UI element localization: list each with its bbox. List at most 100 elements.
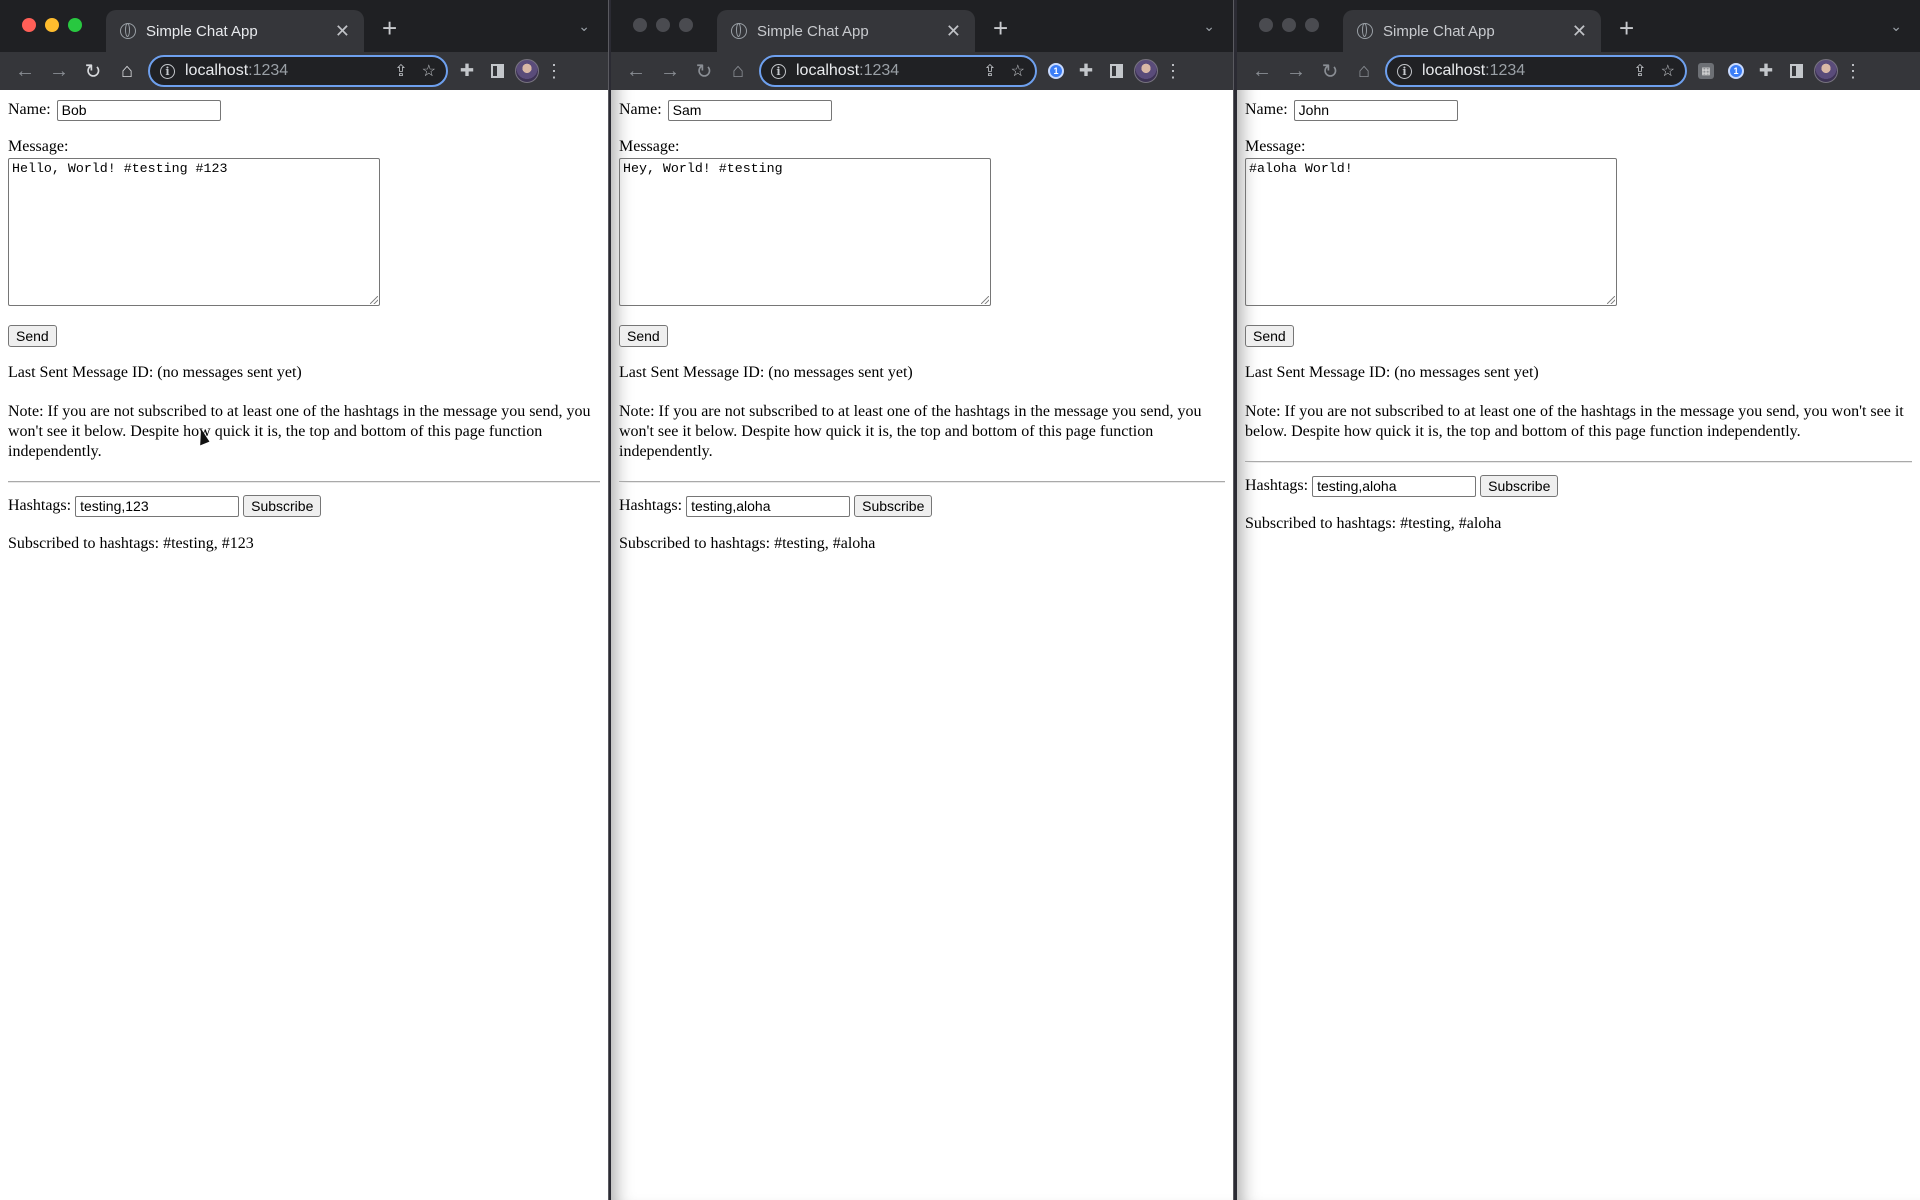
message-textarea[interactable]: #aloha World!	[1245, 158, 1617, 306]
avatar[interactable]	[1131, 59, 1161, 83]
close-window-button[interactable]	[633, 18, 647, 32]
minimize-window-button[interactable]	[45, 18, 59, 32]
send-button[interactable]: Send	[8, 325, 57, 347]
avatar[interactable]	[512, 59, 542, 83]
subscribe-button[interactable]: Subscribe	[1480, 475, 1559, 497]
share-icon[interactable]: ⇪	[983, 61, 996, 81]
close-window-button[interactable]	[1259, 18, 1273, 32]
browser-toolbar: ← → ↻ ⌂ i localhost:1234 ⇪ ☆ 1 ✚ ⋮	[611, 52, 1233, 90]
star-icon[interactable]: ☆	[1661, 61, 1675, 81]
password-manager-icon[interactable]: 1	[1721, 63, 1751, 79]
close-tab-icon[interactable]: ✕	[946, 22, 961, 40]
note-text: Note: If you are not subscribed to at le…	[1245, 403, 1904, 440]
extension-icon[interactable]: ▦	[1691, 63, 1721, 79]
divider	[1245, 461, 1912, 463]
puzzle-icon[interactable]: ✚	[1071, 61, 1101, 81]
side-panel-icon[interactable]	[482, 64, 512, 78]
url-host: localhost	[1422, 62, 1486, 79]
close-tab-icon[interactable]: ✕	[335, 22, 350, 40]
address-bar[interactable]: i localhost:1234 ⇪ ☆	[759, 55, 1037, 87]
name-label: Name:	[8, 101, 51, 118]
window-controls	[633, 18, 693, 32]
browser-toolbar: ← → ↻ ⌂ i localhost:1234 ⇪ ☆ ▦ 1 ✚ ⋮	[1237, 52, 1920, 90]
browser-window-bob: Simple Chat App ✕ + ⌄ ← → ↻ ⌂ i localhos…	[0, 0, 609, 1200]
home-icon[interactable]: ⌂	[721, 54, 755, 88]
puzzle-icon[interactable]: ✚	[452, 61, 482, 81]
hashtags-input[interactable]: testing,aloha	[1312, 475, 1477, 497]
name-input[interactable]: John	[1293, 99, 1458, 121]
minimize-window-button[interactable]	[1282, 18, 1296, 32]
forward-arrow-icon[interactable]: →	[1279, 54, 1313, 88]
more-menu-icon[interactable]: ⋮	[542, 61, 566, 82]
share-icon[interactable]: ⇪	[394, 61, 407, 81]
subscribe-button[interactable]: Subscribe	[243, 495, 322, 517]
maximize-window-button[interactable]	[679, 18, 693, 32]
side-panel-icon[interactable]	[1781, 64, 1811, 78]
forward-arrow-icon[interactable]: →	[653, 54, 687, 88]
reload-icon[interactable]: ↻	[76, 54, 110, 88]
reload-icon[interactable]: ↻	[1313, 54, 1347, 88]
tab-title: Simple Chat App	[757, 22, 869, 40]
puzzle-icon[interactable]: ✚	[1751, 61, 1781, 81]
message-textarea[interactable]: Hello, World! #testing #123	[8, 158, 380, 306]
forward-arrow-icon[interactable]: →	[42, 54, 76, 88]
subscribed-hashtags: Subscribed to hashtags: #testing, #123	[8, 535, 254, 552]
note-text: Note: If you are not subscribed to at le…	[8, 403, 591, 460]
new-tab-button[interactable]: +	[993, 13, 1008, 43]
new-tab-button[interactable]: +	[382, 13, 397, 43]
reload-icon[interactable]: ↻	[687, 54, 721, 88]
globe-icon	[731, 23, 747, 39]
home-icon[interactable]: ⌂	[1347, 54, 1381, 88]
address-bar[interactable]: i localhost:1234 ⇪ ☆	[1385, 55, 1687, 87]
name-input[interactable]: Sam	[667, 99, 832, 121]
maximize-window-button[interactable]	[1305, 18, 1319, 32]
title-bar: Simple Chat App ✕ + ⌄	[611, 0, 1233, 52]
back-arrow-icon[interactable]: ←	[8, 54, 42, 88]
last-sent-message-id: Last Sent Message ID: (no messages sent …	[8, 364, 302, 381]
send-button[interactable]: Send	[619, 325, 668, 347]
hashtags-label: Hashtags:	[8, 497, 72, 514]
url-port: :1234	[859, 62, 900, 79]
hashtags-input[interactable]: testing,123	[75, 495, 240, 517]
star-icon[interactable]: ☆	[422, 61, 436, 81]
address-bar[interactable]: i localhost:1234 ⇪ ☆	[148, 55, 448, 87]
new-tab-button[interactable]: +	[1619, 13, 1634, 43]
desktop: Simple Chat App ✕ + ⌄ ← → ↻ ⌂ i localhos…	[0, 0, 1920, 1200]
info-icon[interactable]: i	[160, 63, 175, 79]
browser-tab[interactable]: Simple Chat App ✕	[717, 10, 975, 52]
send-button[interactable]: Send	[1245, 325, 1294, 347]
browser-tab[interactable]: Simple Chat App ✕	[1343, 10, 1601, 52]
share-icon[interactable]: ⇪	[1633, 61, 1646, 81]
back-arrow-icon[interactable]: ←	[619, 54, 653, 88]
back-arrow-icon[interactable]: ←	[1245, 54, 1279, 88]
name-input[interactable]: Bob	[56, 99, 221, 121]
maximize-window-button[interactable]	[68, 18, 82, 32]
close-tab-icon[interactable]: ✕	[1572, 22, 1587, 40]
minimize-window-button[interactable]	[656, 18, 670, 32]
chevron-down-icon[interactable]: ⌄	[578, 18, 590, 35]
more-menu-icon[interactable]: ⋮	[1841, 61, 1865, 82]
url-port: :1234	[1485, 62, 1526, 79]
title-bar: Simple Chat App ✕ + ⌄	[0, 0, 608, 52]
message-textarea[interactable]: Hey, World! #testing	[619, 158, 991, 306]
chevron-down-icon[interactable]: ⌄	[1890, 18, 1902, 35]
browser-tab[interactable]: Simple Chat App ✕	[106, 10, 364, 52]
more-menu-icon[interactable]: ⋮	[1161, 61, 1185, 82]
url-host: localhost	[185, 62, 249, 79]
chat-page: Name: John Message: #aloha World! Send L…	[1237, 90, 1920, 534]
info-icon[interactable]: i	[1397, 63, 1412, 79]
home-icon[interactable]: ⌂	[110, 54, 144, 88]
note-text: Note: If you are not subscribed to at le…	[619, 403, 1202, 460]
divider	[619, 481, 1225, 483]
divider	[8, 481, 600, 483]
star-icon[interactable]: ☆	[1011, 61, 1025, 81]
password-manager-icon[interactable]: 1	[1041, 63, 1071, 79]
chevron-down-icon[interactable]: ⌄	[1203, 18, 1215, 35]
side-panel-icon[interactable]	[1101, 64, 1131, 78]
subscribe-button[interactable]: Subscribe	[854, 495, 933, 517]
info-icon[interactable]: i	[771, 63, 786, 79]
hashtags-input[interactable]: testing,aloha	[686, 495, 851, 517]
close-window-button[interactable]	[22, 18, 36, 32]
chat-page: Name: Sam Message: Hey, World! #testing …	[611, 90, 1233, 554]
avatar[interactable]	[1811, 59, 1841, 83]
